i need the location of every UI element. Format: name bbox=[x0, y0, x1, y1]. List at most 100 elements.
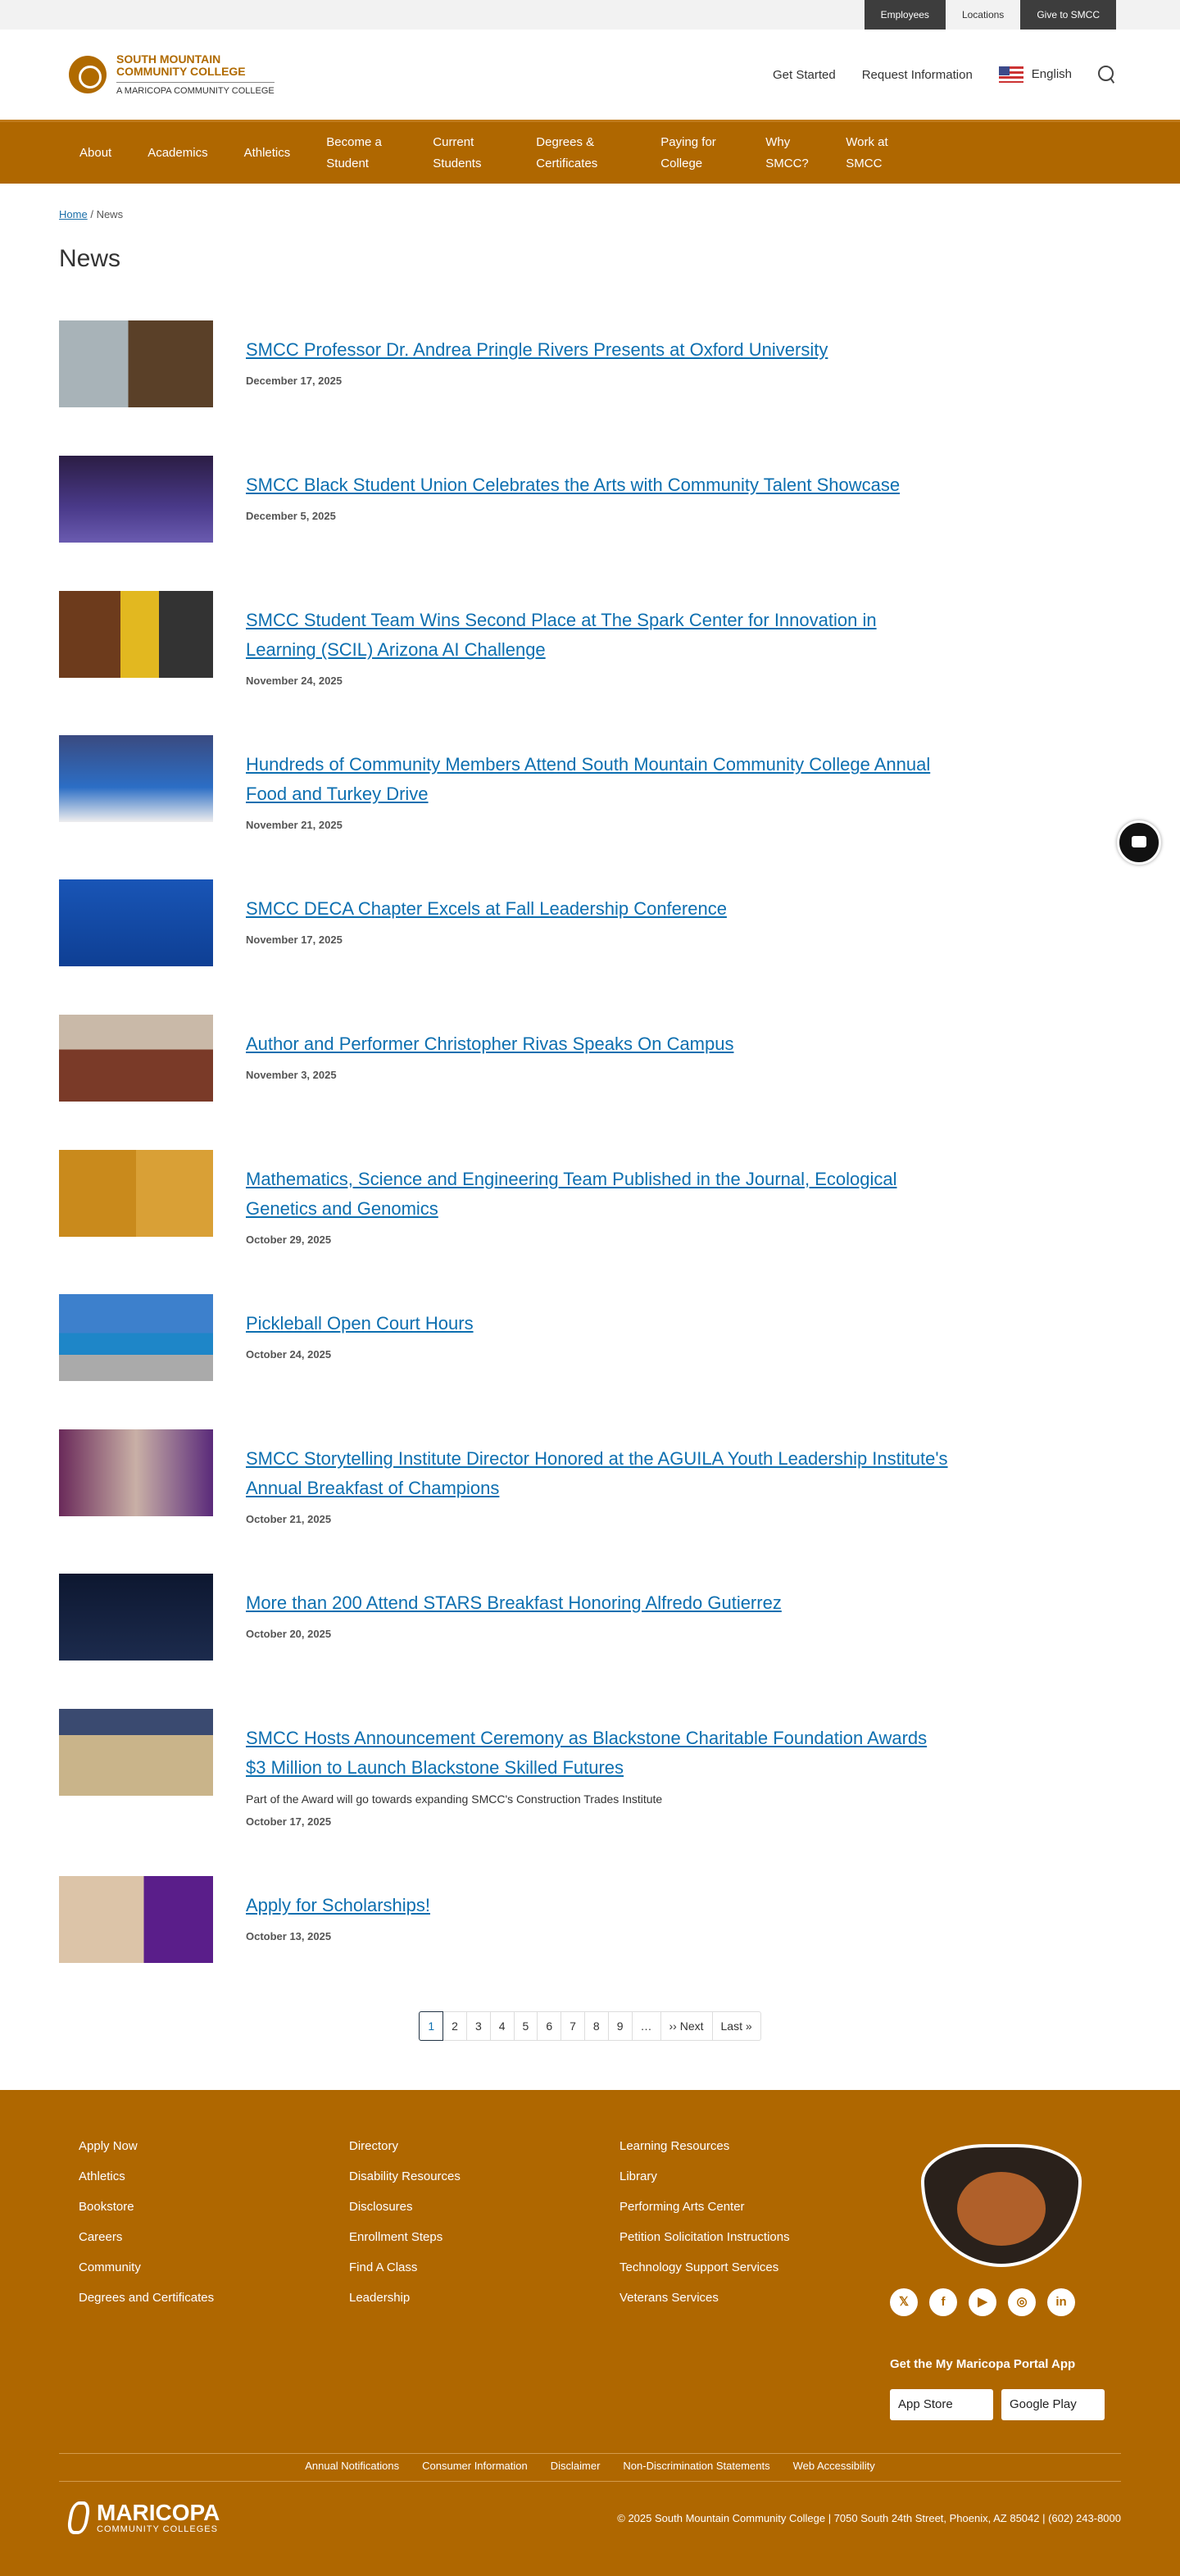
nav-current-students[interactable]: Current Students bbox=[433, 132, 490, 175]
footer-legal-links: Annual Notifications Consumer Information… bbox=[59, 2453, 1121, 2482]
page-link[interactable]: 8 bbox=[584, 2011, 609, 2041]
footer-link[interactable]: Veterans Services bbox=[620, 2291, 890, 2305]
news-thumbnail[interactable] bbox=[59, 320, 213, 407]
news-thumbnail[interactable] bbox=[59, 1876, 213, 1963]
news-title-link[interactable]: Apply for Scholarships! bbox=[246, 1895, 430, 1915]
news-item: SMCC Student Team Wins Second Place at T… bbox=[59, 591, 1121, 687]
get-started-link[interactable]: Get Started bbox=[773, 68, 836, 82]
search-icon[interactable] bbox=[1098, 66, 1116, 84]
news-title-link[interactable]: SMCC Student Team Wins Second Place at T… bbox=[246, 610, 877, 660]
page-link[interactable]: 9 bbox=[608, 2011, 633, 2041]
news-date: October 20, 2025 bbox=[246, 1628, 332, 1640]
footer-link[interactable]: Directory bbox=[349, 2139, 620, 2153]
news-title-link[interactable]: Pickleball Open Court Hours bbox=[246, 1313, 474, 1333]
nav-about[interactable]: About bbox=[79, 143, 111, 164]
news-title-link[interactable]: Mathematics, Science and Engineering Tea… bbox=[246, 1169, 897, 1219]
news-thumbnail[interactable] bbox=[59, 1294, 213, 1381]
page-current[interactable]: 1 bbox=[419, 2011, 444, 2041]
breadcrumb-separator: / bbox=[90, 208, 93, 220]
page-link[interactable]: … bbox=[632, 2011, 661, 2041]
news-list: SMCC Professor Dr. Andrea Pringle Rivers… bbox=[59, 320, 1121, 1963]
news-thumbnail[interactable] bbox=[59, 456, 213, 543]
news-date: November 21, 2025 bbox=[246, 819, 343, 831]
instagram-icon[interactable]: ◎ bbox=[1008, 2288, 1036, 2316]
news-thumbnail[interactable] bbox=[59, 1429, 213, 1516]
footer-legal-link[interactable]: Non-Discrimination Statements bbox=[623, 2460, 769, 2472]
linkedin-icon[interactable]: in bbox=[1047, 2288, 1075, 2316]
page-link[interactable]: 2 bbox=[443, 2011, 467, 2041]
give-link[interactable]: Give to SMCC bbox=[1020, 0, 1116, 30]
footer-link[interactable]: Find A Class bbox=[349, 2260, 620, 2274]
breadcrumb-home[interactable]: Home bbox=[59, 208, 88, 220]
google-play-badge[interactable]: Google Play bbox=[1001, 2389, 1105, 2420]
footer-legal-link[interactable]: Disclaimer bbox=[551, 2460, 601, 2472]
employees-link[interactable]: Employees bbox=[864, 0, 946, 30]
nav-academics[interactable]: Academics bbox=[148, 143, 207, 164]
news-thumbnail[interactable] bbox=[59, 1709, 213, 1796]
page-link[interactable]: 3 bbox=[466, 2011, 491, 2041]
app-store-badge[interactable]: App Store bbox=[890, 2389, 993, 2420]
footer-link[interactable]: Performing Arts Center bbox=[620, 2200, 890, 2214]
footer-link[interactable]: Careers bbox=[79, 2230, 349, 2244]
news-title-link[interactable]: More than 200 Attend STARS Breakfast Hon… bbox=[246, 1592, 782, 1613]
x-icon[interactable]: 𝕏 bbox=[890, 2288, 918, 2316]
logo-line1: SOUTH MOUNTAIN bbox=[116, 52, 221, 66]
news-item: SMCC Storytelling Institute Director Hon… bbox=[59, 1429, 1121, 1525]
news-thumbnail[interactable] bbox=[59, 591, 213, 678]
page-title: News bbox=[59, 245, 121, 272]
footer-link[interactable]: Learning Resources bbox=[620, 2139, 890, 2153]
news-thumbnail[interactable] bbox=[59, 735, 213, 822]
page-link[interactable]: 4 bbox=[490, 2011, 515, 2041]
footer-link[interactable]: Bookstore bbox=[79, 2200, 349, 2214]
news-thumbnail[interactable] bbox=[59, 879, 213, 966]
nav-athletics[interactable]: Athletics bbox=[244, 143, 291, 164]
request-info-link[interactable]: Request Information bbox=[862, 68, 973, 82]
footer-col-1: Apply Now Athletics Bookstore Careers Commun… bbox=[79, 2139, 349, 2420]
footer-legal-link[interactable]: Web Accessibility bbox=[793, 2460, 875, 2472]
footer-link[interactable]: Library bbox=[620, 2169, 890, 2183]
maricopa-logo[interactable]: MARICOPA COMMUNITY COLLEGES bbox=[66, 2501, 220, 2534]
footer-link[interactable]: Disability Resources bbox=[349, 2169, 620, 2183]
nav-work[interactable]: Work at SMCC bbox=[846, 132, 895, 175]
page-link[interactable]: ›› Next bbox=[660, 2011, 713, 2041]
youtube-icon[interactable]: ▶ bbox=[969, 2288, 996, 2316]
news-title-link[interactable]: SMCC Black Student Union Celebrates the … bbox=[246, 475, 900, 495]
news-item: SMCC Professor Dr. Andrea Pringle Rivers… bbox=[59, 320, 1121, 407]
footer-link[interactable]: Enrollment Steps bbox=[349, 2230, 620, 2244]
language-selector[interactable]: English bbox=[998, 66, 1072, 83]
news-thumbnail[interactable] bbox=[59, 1150, 213, 1237]
footer-link[interactable]: Petition Solicitation Instructions bbox=[620, 2230, 890, 2244]
page-link[interactable]: 6 bbox=[538, 2011, 562, 2041]
news-title-link[interactable]: SMCC Storytelling Institute Director Hon… bbox=[246, 1448, 948, 1498]
footer-link[interactable]: Leadership bbox=[349, 2291, 620, 2305]
nav-why-smcc[interactable]: Why SMCC? bbox=[765, 132, 809, 175]
nav-degrees[interactable]: Degrees & Certificates bbox=[536, 132, 618, 175]
news-title-link[interactable]: SMCC Professor Dr. Andrea Pringle Rivers… bbox=[246, 339, 828, 360]
footer-link[interactable]: Athletics bbox=[79, 2169, 349, 2183]
footer-link[interactable]: Community bbox=[79, 2260, 349, 2274]
footer-legal-link[interactable]: Consumer Information bbox=[422, 2460, 528, 2472]
news-title-link[interactable]: Hundreds of Community Members Attend Sou… bbox=[246, 754, 930, 804]
news-title-link[interactable]: SMCC DECA Chapter Excels at Fall Leaders… bbox=[246, 898, 727, 919]
main-nav: About Academics Athletics Become a Stude… bbox=[0, 120, 1180, 184]
nav-paying[interactable]: Paying for College bbox=[660, 132, 726, 175]
news-item: SMCC DECA Chapter Excels at Fall Leaders… bbox=[59, 879, 1121, 966]
news-title-link[interactable]: SMCC Hosts Announcement Ceremony as Blac… bbox=[246, 1728, 927, 1778]
news-thumbnail[interactable] bbox=[59, 1574, 213, 1661]
page-link[interactable]: 5 bbox=[514, 2011, 538, 2041]
locations-link[interactable]: Locations bbox=[946, 0, 1020, 30]
footer-legal-link[interactable]: Annual Notifications bbox=[305, 2460, 399, 2472]
page-link[interactable]: 7 bbox=[561, 2011, 585, 2041]
footer-link[interactable]: Degrees and Certificates bbox=[79, 2291, 349, 2305]
news-thumbnail[interactable] bbox=[59, 1015, 213, 1102]
nav-become-student[interactable]: Become a Student bbox=[326, 132, 387, 175]
facebook-icon[interactable]: f bbox=[929, 2288, 957, 2316]
college-logo[interactable]: SOUTH MOUNTAIN COMMUNITY COLLEGE A MARIC… bbox=[69, 53, 275, 96]
maricopa-sub: COMMUNITY COLLEGES bbox=[97, 2524, 218, 2534]
page-link[interactable]: Last » bbox=[712, 2011, 761, 2041]
footer-link[interactable]: Apply Now bbox=[79, 2139, 349, 2153]
footer-link[interactable]: Disclosures bbox=[349, 2200, 620, 2214]
chat-button[interactable] bbox=[1117, 820, 1161, 865]
footer-link[interactable]: Technology Support Services bbox=[620, 2260, 890, 2274]
news-title-link[interactable]: Author and Performer Christopher Rivas S… bbox=[246, 1034, 733, 1054]
